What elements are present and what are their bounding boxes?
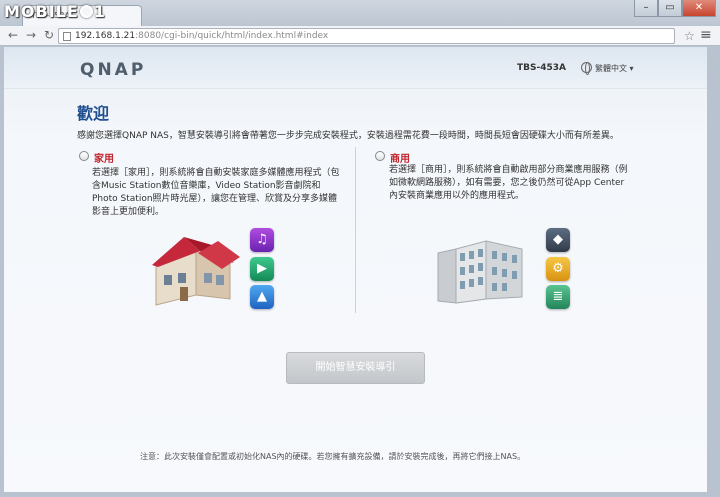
- house-illustration: [152, 237, 240, 306]
- home-radio[interactable]: [79, 151, 89, 161]
- home-description: 若選擇［家用］，則系統將會自動安裝家庭多媒體應用程式（包含Music Stati…: [92, 168, 340, 217]
- address-bar[interactable]: 192.168.1.21:8080/cgi-bin/quick/html/ind…: [58, 28, 675, 44]
- url-text: 192.168.1.21:8080/cgi-bin/quick/html/ind…: [75, 31, 329, 41]
- watermark-logo: MOBILE 1: [4, 2, 106, 21]
- browser-toolbar: ← → ↻ 192.168.1.21:8080/cgi-bin/quick/ht…: [0, 26, 720, 46]
- business-radio[interactable]: [375, 151, 385, 161]
- video-station-icon: ▶: [250, 257, 274, 281]
- globe-icon[interactable]: [581, 62, 592, 75]
- tab-strip: TBS-453A MOBILE 1 – ▭ ✕: [0, 0, 720, 26]
- page-header: QNAP TBS-453A 繁體中文 ▾: [4, 47, 707, 89]
- start-smart-installation-button[interactable]: 開始智慧安裝導引: [286, 352, 425, 384]
- qnap-logo: QNAP: [80, 60, 147, 80]
- star-icon[interactable]: ☆: [684, 29, 695, 43]
- language-select[interactable]: 繁體中文 ▾: [595, 63, 634, 74]
- music-station-icon: ♫: [250, 228, 274, 252]
- database-icon: ≣: [546, 285, 570, 309]
- business-description: 若選擇［商用］，則系統將會自動啟用部分商業應用服務（例如微軟網路服務），如有需要…: [389, 165, 628, 201]
- qnap-setup-page: QNAP TBS-453A 繁體中文 ▾ 歡迎 感謝您選擇QNAP NAS，智慧…: [4, 47, 707, 492]
- close-icon[interactable]: ✕: [682, 0, 716, 17]
- virtualization-icon: ◆: [546, 228, 570, 252]
- building-illustration: [437, 240, 523, 304]
- maximize-icon[interactable]: ▭: [658, 0, 682, 17]
- menu-icon[interactable]: ≡: [700, 27, 712, 43]
- business-label: 商用: [390, 154, 410, 165]
- minimize-icon[interactable]: –: [634, 0, 658, 17]
- reload-icon[interactable]: ↻: [42, 29, 56, 43]
- window-controls: – ▭ ✕: [634, 0, 716, 17]
- back-icon[interactable]: ←: [6, 29, 20, 43]
- page-icon: [63, 32, 71, 41]
- backup-app-icon: ⚙: [546, 257, 570, 281]
- intro-text: 感謝您選擇QNAP NAS，智慧安裝導引將會帶著您一步步完成安裝程式，安裝過程需…: [77, 131, 619, 141]
- photo-station-icon: ▲: [250, 285, 274, 309]
- model-name: TBS-453A: [517, 63, 566, 73]
- home-label: 家用: [94, 154, 114, 165]
- options-divider: [355, 147, 356, 313]
- forward-icon[interactable]: →: [24, 29, 38, 43]
- note-text: 注意：此次安裝僅會配置或初始化NAS內的硬碟。若您擁有擴充設備，請於安裝完成後，…: [140, 452, 526, 461]
- page-title: 歡迎: [77, 104, 110, 123]
